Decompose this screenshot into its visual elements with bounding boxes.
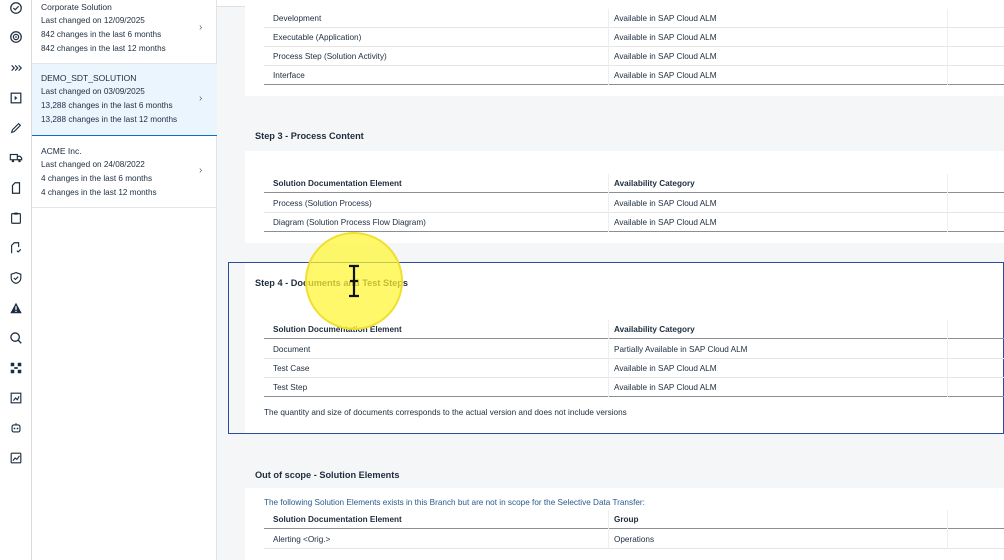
chevron-right-icon: › xyxy=(199,93,203,104)
availability-cell: Available in SAP Cloud ALM xyxy=(614,14,717,23)
checklist-icon[interactable] xyxy=(8,240,24,256)
element-cell: Test Case xyxy=(273,364,310,373)
solution-name: DEMO_SDT_SOLUTION xyxy=(41,73,137,83)
expand-right-icon[interactable] xyxy=(8,60,24,76)
solution-last-changed: Last changed on 24/08/2022 xyxy=(41,160,145,169)
text-cursor-icon xyxy=(349,264,359,298)
table-row: Process Step (Solution Activity) Availab… xyxy=(264,47,1004,66)
table-header-row: Solution Documentation Element Availabil… xyxy=(264,174,1004,193)
table-header-row: Solution Documentation Element Group xyxy=(264,510,1004,529)
table-row: Process (Solution Process) Available in … xyxy=(264,194,1004,213)
robot-icon[interactable] xyxy=(8,420,24,436)
element-cell: Process (Solution Process) xyxy=(273,199,372,208)
solution-name: ACME Inc. xyxy=(41,146,82,156)
document-play-icon[interactable] xyxy=(8,90,24,106)
element-cell: Test Step xyxy=(273,383,308,392)
availability-cell: Available in SAP Cloud ALM xyxy=(614,71,717,80)
truck-icon[interactable] xyxy=(8,150,24,166)
availability-cell: Available in SAP Cloud ALM xyxy=(614,383,717,392)
table-row: Document Partially Available in SAP Clou… xyxy=(264,340,1004,359)
target-icon[interactable] xyxy=(8,29,24,45)
table-row: Executable (Application) Available in SA… xyxy=(264,28,1004,47)
column-header[interactable]: Solution Documentation Element xyxy=(273,179,402,188)
search-icon[interactable] xyxy=(8,330,24,346)
element-cell: Alerting <Orig.> xyxy=(273,535,331,544)
solution-changes-6m: 842 changes in the last 6 months xyxy=(41,30,162,39)
group-cell: Operations xyxy=(614,535,655,544)
step4-note: The quantity and size of documents corre… xyxy=(264,408,627,417)
element-cell: Executable (Application) xyxy=(273,33,362,42)
availability-cell: Available in SAP Cloud ALM xyxy=(614,199,717,208)
solution-item-corporate[interactable]: Corporate Solution Last changed on 12/09… xyxy=(32,0,217,64)
availability-cell: Available in SAP Cloud ALM xyxy=(614,218,717,227)
table-row: Test Case Available in SAP Cloud ALM xyxy=(264,359,1004,378)
analytics-icon[interactable] xyxy=(8,450,24,466)
step3-title: Step 3 - Process Content xyxy=(255,131,364,141)
shield-check-icon[interactable] xyxy=(8,270,24,286)
chevron-right-icon: › xyxy=(199,22,203,33)
element-cell: Development xyxy=(273,14,322,23)
solution-list: Corporate Solution Last changed on 12/09… xyxy=(32,0,217,560)
solution-last-changed: Last changed on 03/09/2025 xyxy=(41,87,145,96)
availability-cell: Partially Available in SAP Cloud ALM xyxy=(614,345,748,354)
warning-icon[interactable] xyxy=(8,300,24,316)
icon-rail xyxy=(0,0,32,560)
solution-changes-12m: 4 changes in the last 12 months xyxy=(41,188,157,197)
report-icon[interactable] xyxy=(8,390,24,406)
solution-changes-12m: 13,288 changes in the last 12 months xyxy=(41,115,178,124)
table-row: Diagram (Solution Process Flow Diagram) … xyxy=(264,213,1004,232)
table-row: Test Step Available in SAP Cloud ALM xyxy=(264,378,1004,397)
table-row: Development Available in SAP Cloud ALM xyxy=(264,9,1004,28)
availability-cell: Available in SAP Cloud ALM xyxy=(614,364,717,373)
column-header[interactable]: Availability Category xyxy=(614,179,695,188)
edit-icon[interactable] xyxy=(8,120,24,136)
network-icon[interactable] xyxy=(8,360,24,376)
out-of-scope-note: The following Solution Elements exists i… xyxy=(264,498,645,507)
solution-changes-6m: 4 changes in the last 6 months xyxy=(41,174,153,183)
solution-item-demo-sdt[interactable]: DEMO_SDT_SOLUTION Last changed on 03/09/… xyxy=(32,64,217,136)
element-cell: Diagram (Solution Process Flow Diagram) xyxy=(273,218,426,227)
solution-changes-6m: 13,288 changes in the last 6 months xyxy=(41,101,173,110)
column-header[interactable]: Group xyxy=(614,515,639,524)
availability-cell: Available in SAP Cloud ALM xyxy=(614,33,717,42)
element-cell: Process Step (Solution Activity) xyxy=(273,52,387,61)
check-circle-icon[interactable] xyxy=(8,0,24,16)
clipboard-icon[interactable] xyxy=(8,210,24,226)
solution-last-changed: Last changed on 12/09/2025 xyxy=(41,16,145,25)
chevron-right-icon: › xyxy=(199,165,203,176)
availability-cell: Available in SAP Cloud ALM xyxy=(614,52,717,61)
solution-changes-12m: 842 changes in the last 12 months xyxy=(41,44,166,53)
column-header[interactable]: Solution Documentation Element xyxy=(273,515,402,524)
document-icon[interactable] xyxy=(8,180,24,196)
column-header[interactable]: Availability Category xyxy=(614,325,695,334)
solution-name: Corporate Solution xyxy=(41,2,112,12)
table-row: Alerting <Orig.> Operations xyxy=(264,530,1004,549)
element-cell: Interface xyxy=(273,71,305,80)
table-row: Interface Available in SAP Cloud ALM xyxy=(264,66,1004,85)
element-cell: Document xyxy=(273,345,311,354)
solution-item-acme[interactable]: ACME Inc. Last changed on 24/08/2022 4 c… xyxy=(32,136,217,208)
out-of-scope-title: Out of scope - Solution Elements xyxy=(255,470,400,480)
